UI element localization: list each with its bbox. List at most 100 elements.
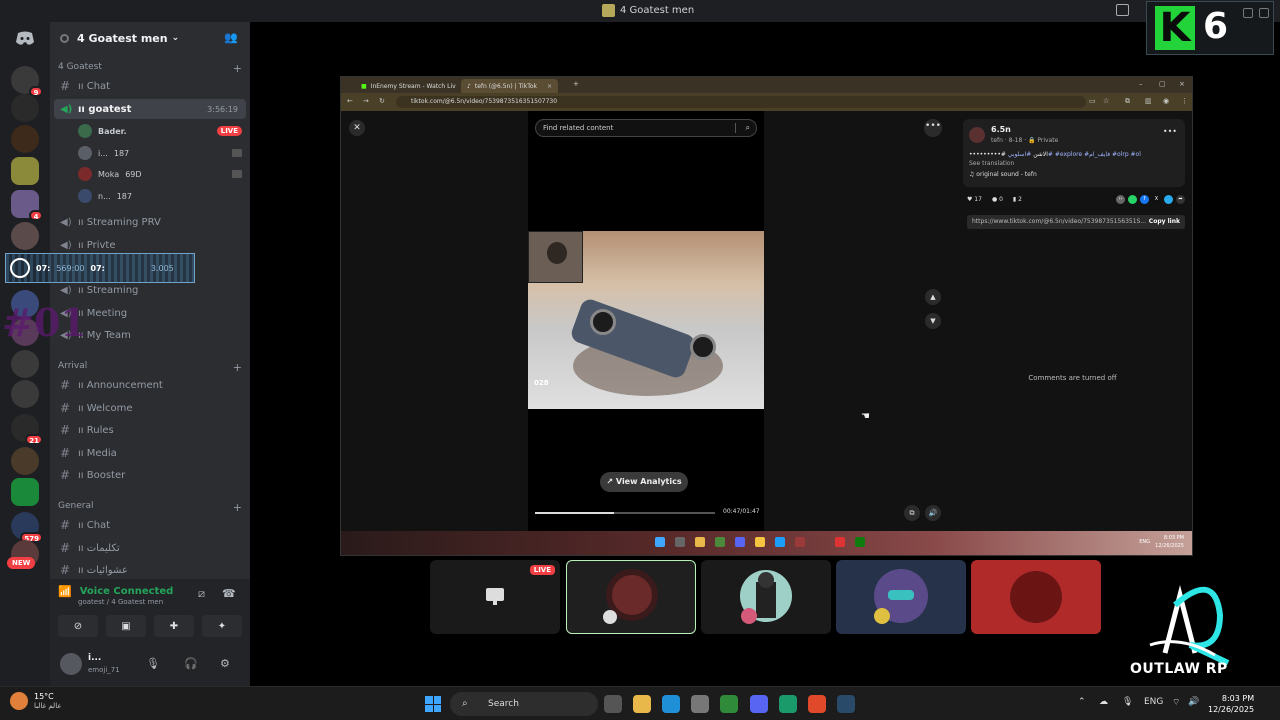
weather-widget[interactable]: 15°C عالم غالبا [10,692,62,710]
avatar[interactable] [60,653,82,675]
search-input[interactable]: Find related content ⌕ [535,119,757,137]
voice-user[interactable]: Bader. LIVE [78,121,242,141]
wifi-icon[interactable]: ⌔ [1172,697,1180,708]
video-player[interactable]: 028 [528,231,764,409]
video-progress-bar[interactable] [535,512,715,514]
server-icon-13[interactable] [11,478,39,506]
channel-welcome[interactable]: # ıı Welcome [54,398,246,418]
server-icon-14[interactable]: 579 [11,512,43,543]
maximize-icon[interactable]: ▢ [1159,80,1166,88]
copy-link-button[interactable]: Copy link [1149,215,1180,229]
invite-icon[interactable]: 👥 [224,31,238,44]
add-channel-icon[interactable]: + [233,361,242,374]
soundboard-button[interactable]: ✦ [202,615,242,637]
close-video-button[interactable]: ✕ [349,120,365,136]
inbox-icon[interactable] [1116,4,1129,16]
volume-icon[interactable]: 🔊 [925,505,941,521]
channel-goatest[interactable]: ◀) ıı goatest 3:56:19 [54,99,246,119]
close-icon[interactable]: × [1179,80,1185,88]
next-video-button[interactable]: ▼ [925,313,941,329]
voice-status[interactable]: 📶 Voice Connected [58,585,173,598]
channel-streaming[interactable]: ◀) ıı Streaming [54,280,246,300]
brave-icon[interactable] [808,695,826,713]
channel-general-chat[interactable]: # ıı Chat [54,515,246,535]
share-icon[interactable]: ➦ [1176,194,1185,204]
voice-user[interactable]: i... 187 [78,143,242,163]
server-icon-2[interactable] [11,94,39,122]
edge-icon[interactable] [662,695,680,713]
taskbar-search[interactable]: ⌕ Search [450,692,598,716]
channel-chat[interactable]: # ıı Chat [54,76,246,96]
save-button[interactable]: ▮ 2 [1013,196,1022,203]
discord-home-button[interactable] [11,26,39,50]
sidebar-icon[interactable]: ▥ [1145,97,1152,105]
search-icon[interactable]: ⌕ [746,120,750,136]
server-icon-11[interactable]: 21 [11,414,43,445]
server-icon-3[interactable] [11,125,39,153]
discord-icon[interactable] [750,695,768,713]
headphones-icon[interactable]: 🎧 [184,657,198,670]
profile-icon[interactable]: ◉ [1163,97,1169,105]
channel-media[interactable]: # ıı Media [54,443,246,463]
channel-streaming-prv[interactable]: ◀) ıı Streaming PRV [54,212,246,232]
video-link-field[interactable]: https://www.tiktok.com/@6.5n/video/75398… [967,215,1185,229]
extensions-icon[interactable]: ⧉ [1125,97,1130,106]
channel-arabic-1[interactable]: # ıı تكليمات [54,538,246,558]
server-icon-1[interactable]: 9 [11,66,43,97]
previous-video-button[interactable]: ▲ [925,289,941,305]
reload-icon[interactable]: ↻ [379,97,385,105]
channel-privte[interactable]: ◀) ıı Privte [54,235,246,255]
microphone-icon[interactable]: 🎙 [146,657,160,670]
voice-user[interactable]: Moka 69D [78,164,242,184]
picture-in-picture-icon[interactable]: ⧉ [904,505,920,521]
add-channel-icon[interactable]: + [233,501,242,514]
microphone-icon[interactable]: 🎙 [1122,697,1133,707]
new-tab-icon[interactable]: + [573,80,579,88]
activities-button[interactable]: ✚ [154,615,194,637]
store-icon[interactable] [691,695,709,713]
close-icon[interactable]: × [547,83,552,90]
chrome-icon[interactable] [720,695,738,713]
disconnect-icon[interactable]: ☎ [222,587,236,600]
server-icon-5[interactable]: 4 [11,190,43,221]
server-icon-4[interactable] [11,157,39,185]
star-icon[interactable]: ☆ [1103,97,1109,105]
channel-arabic-2[interactable]: # ıı عشوائيات [54,560,246,580]
app-icon[interactable] [779,695,797,713]
server-icon-12[interactable] [11,447,39,475]
chevron-up-icon[interactable]: ⌃ [1078,697,1086,707]
category-general[interactable]: General + [58,501,242,514]
server-icon-6[interactable] [11,222,39,250]
gear-icon[interactable]: ⚙ [220,657,230,670]
minimize-icon[interactable]: – [1139,80,1143,88]
view-analytics-button[interactable]: ↗ View Analytics [600,472,688,492]
screen-share-button[interactable]: ▣ [106,615,146,637]
category-goatest[interactable]: 4 Goatest + [58,62,242,75]
new-unreads-pill[interactable]: NEW [7,557,36,569]
browser-tab-active[interactable]: ♪ tefn (@6.5n) | TikTok × [461,79,559,93]
participant-tile-stream[interactable]: LIVE [430,560,560,634]
channel-rules[interactable]: # ıı Rules [54,420,246,440]
channel-announcement[interactable]: # ıı Announcement [54,375,246,395]
server-icon-10[interactable] [11,380,39,408]
camera-button[interactable]: ⊘ [58,615,98,637]
steam-icon[interactable] [837,695,855,713]
cast-icon[interactable]: ▭ [1089,97,1096,105]
start-button[interactable] [425,696,441,712]
embed-icon[interactable]: ‹› [1116,194,1125,204]
like-button[interactable]: ♥ 17 [967,196,982,203]
browser-tab[interactable]: ■InEnemy Stream - Watch Liv× [355,79,477,93]
facebook-icon[interactable]: f [1140,194,1149,204]
server-icon-9[interactable] [11,350,39,378]
more-options-button[interactable]: ••• [924,119,942,137]
x-icon[interactable]: X [1152,194,1161,204]
taskbar-clock[interactable]: 8:03 PM 12/26/2025 [1208,693,1254,715]
participant-tile[interactable] [566,560,696,634]
more-icon[interactable]: ••• [1163,127,1177,136]
channel-booster[interactable]: # ıı Booster [54,465,246,485]
menu-icon[interactable]: ⋮ [1181,97,1188,105]
volume-icon[interactable]: 🔊 [1188,697,1199,707]
noise-suppression-icon[interactable]: ⧄ [198,587,205,601]
back-icon[interactable]: ← [347,97,353,105]
participant-tile[interactable] [701,560,831,634]
